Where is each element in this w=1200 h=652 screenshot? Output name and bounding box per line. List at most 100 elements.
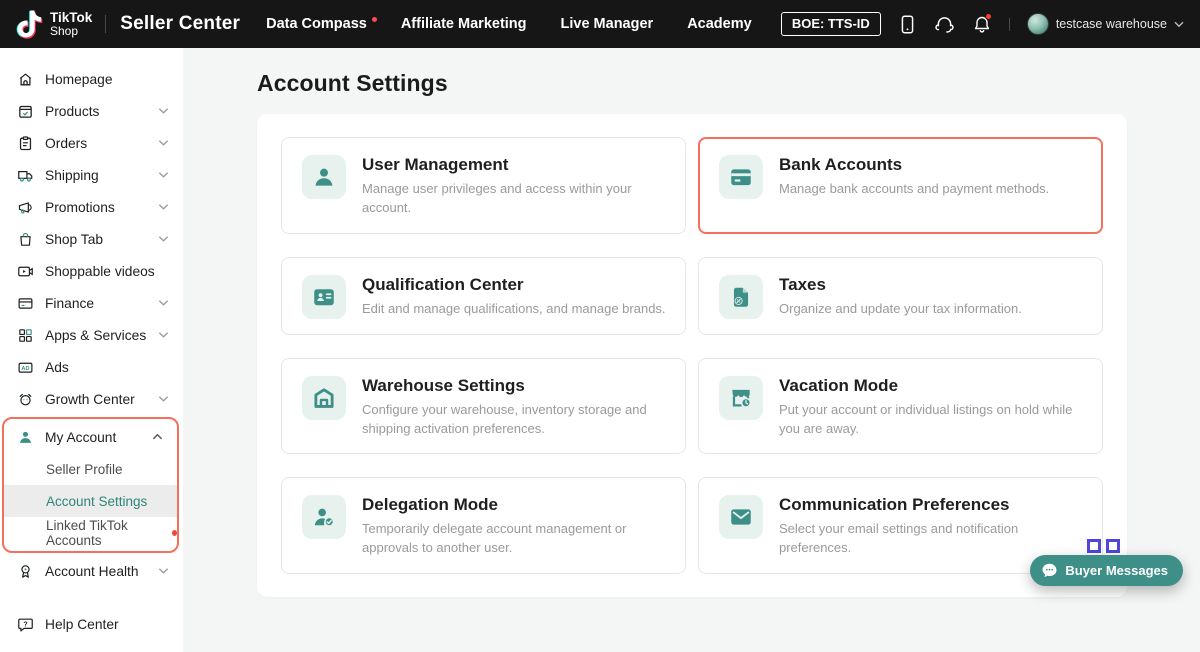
svg-text:AD: AD — [21, 366, 29, 372]
card-desc: Manage user privileges and access within… — [362, 180, 667, 218]
sidebar-item-finance[interactable]: Finance — [0, 287, 183, 319]
sidebar-item-my-account[interactable]: My Account — [4, 421, 177, 453]
nav-affiliate-marketing[interactable]: Affiliate Marketing — [401, 16, 527, 32]
shop-bag-icon — [17, 231, 34, 248]
nav-academy-label: Academy — [687, 16, 751, 32]
sidebar-label: My Account — [45, 430, 141, 445]
card-desc: Select your email settings and notificat… — [779, 520, 1084, 558]
topbar: TikTok Shop Seller Center Data Compass A… — [0, 0, 1200, 48]
sidebar-label: Ads — [45, 360, 169, 375]
card-taxes[interactable]: Taxes Organize and update your tax infor… — [698, 257, 1103, 335]
sidebar-item-homepage[interactable]: Homepage — [0, 63, 183, 95]
card-qualification-center[interactable]: Qualification Center Edit and manage qua… — [281, 257, 686, 335]
sidebar-item-account-health[interactable]: Account Health — [0, 555, 183, 587]
help-bubble-icon: ? — [17, 616, 34, 633]
topbar-nav: Data Compass Affiliate Marketing Live Ma… — [266, 16, 752, 32]
card-title: User Management — [362, 155, 667, 175]
growth-center-icon — [17, 391, 34, 408]
card-desc: Put your account or individual listings … — [779, 401, 1084, 439]
chevron-down-icon — [158, 567, 169, 575]
sidebar-item-orders[interactable]: Orders — [0, 127, 183, 159]
chevron-down-icon — [158, 171, 169, 179]
orders-clipboard-icon — [17, 135, 34, 152]
sidebar-item-shoppable-videos[interactable]: Shoppable videos — [0, 255, 183, 287]
chevron-down-icon — [158, 235, 169, 243]
sidebar-item-growth-center[interactable]: Growth Center — [0, 383, 183, 415]
notification-bell-icon[interactable] — [972, 14, 992, 34]
home-icon — [17, 71, 34, 88]
chevron-down-icon — [1174, 21, 1184, 28]
card-user-management[interactable]: User Management Manage user privileges a… — [281, 137, 686, 234]
card-delegation-mode[interactable]: Delegation Mode Temporarily delegate acc… — [281, 477, 686, 574]
sidebar-item-help-center[interactable]: ? Help Center — [0, 608, 183, 640]
card-title: Qualification Center — [362, 275, 666, 295]
card-desc: Edit and manage qualifications, and mana… — [362, 300, 666, 319]
purple-square-icon — [1106, 539, 1120, 553]
seller-center-title[interactable]: Seller Center — [120, 13, 240, 35]
purple-square-icon — [1087, 539, 1101, 553]
card-text: Bank Accounts Manage bank accounts and p… — [779, 152, 1049, 218]
mobile-app-icon[interactable] — [898, 14, 918, 34]
card-desc: Temporarily delegate account management … — [362, 520, 667, 558]
user-name: testcase warehouse — [1056, 17, 1167, 31]
sidebar-item-shop-tab[interactable]: Shop Tab — [0, 223, 183, 255]
chat-bubble-icon — [1041, 562, 1058, 579]
account-menu[interactable]: testcase warehouse — [1027, 13, 1184, 35]
chevron-down-icon — [158, 299, 169, 307]
settings-grid: User Management Manage user privileges a… — [281, 137, 1103, 574]
user-check-icon — [302, 495, 346, 539]
card-bank-accounts[interactable]: Bank Accounts Manage bank accounts and p… — [698, 137, 1103, 234]
sidebar-label: Shipping — [45, 168, 147, 183]
card-title: Bank Accounts — [779, 155, 1049, 175]
buyer-messages-button[interactable]: Buyer Messages — [1030, 555, 1183, 586]
bank-card-icon — [719, 155, 763, 199]
notification-badge — [985, 13, 992, 20]
sidebar-item-ads[interactable]: AD Ads — [0, 351, 183, 383]
chevron-down-icon — [158, 203, 169, 211]
sidebar-label: Promotions — [45, 200, 147, 215]
sidebar-item-seller-profile[interactable]: Seller Profile — [4, 453, 177, 485]
sidebar-label: Finance — [45, 296, 147, 311]
card-text: Warehouse Settings Configure your wareho… — [362, 373, 667, 439]
card-vacation-mode[interactable]: Vacation Mode Put your account or indivi… — [698, 358, 1103, 455]
account-health-icon — [17, 563, 34, 580]
tiktok-shop-logo[interactable]: TikTok Shop — [16, 9, 92, 39]
sidebar-label: Help Center — [45, 617, 169, 632]
chevron-up-icon — [152, 433, 163, 441]
support-headset-icon[interactable] — [935, 14, 955, 34]
sidebar-item-apps-services[interactable]: Apps & Services — [0, 319, 183, 351]
sidebar-item-products[interactable]: Products — [0, 95, 183, 127]
sidebar-item-shipping[interactable]: Shipping — [0, 159, 183, 191]
sidebar-label: Shop Tab — [45, 232, 147, 247]
sidebar-label: Shoppable videos — [45, 264, 169, 279]
card-text: Taxes Organize and update your tax infor… — [779, 272, 1022, 319]
nav-affiliate-marketing-label: Affiliate Marketing — [401, 16, 527, 32]
environment-badge: BOE: TTS-ID — [781, 12, 881, 36]
sidebar: Homepage Products Orders Shipping Promot… — [0, 48, 183, 652]
card-text: Vacation Mode Put your account or indivi… — [779, 373, 1084, 439]
nav-academy[interactable]: Academy — [687, 16, 751, 32]
card-title: Warehouse Settings — [362, 376, 667, 396]
card-title: Taxes — [779, 275, 1022, 295]
tiktok-note-icon — [16, 9, 43, 39]
logo-line2: Shop — [50, 25, 92, 37]
card-desc: Configure your warehouse, inventory stor… — [362, 401, 667, 439]
sidebar-label: Growth Center — [45, 392, 147, 407]
id-badge-icon — [302, 275, 346, 319]
user-management-icon — [302, 155, 346, 199]
sidebar-item-promotions[interactable]: Promotions — [0, 191, 183, 223]
nav-data-compass[interactable]: Data Compass — [266, 16, 367, 32]
buyer-messages-label: Buyer Messages — [1065, 563, 1168, 578]
card-text: Delegation Mode Temporarily delegate acc… — [362, 492, 667, 558]
card-text: Qualification Center Edit and manage qua… — [362, 272, 666, 319]
envelope-icon — [719, 495, 763, 539]
ads-icon: AD — [17, 359, 34, 376]
alert-dot — [172, 530, 177, 536]
nav-live-manager[interactable]: Live Manager — [561, 16, 654, 32]
sidebar-item-account-settings[interactable]: Account Settings — [4, 485, 177, 517]
store-clock-icon — [719, 376, 763, 420]
card-warehouse-settings[interactable]: Warehouse Settings Configure your wareho… — [281, 358, 686, 455]
card-title: Delegation Mode — [362, 495, 667, 515]
logo-wordmark: TikTok Shop — [50, 11, 92, 37]
sidebar-item-linked-tiktok-accounts[interactable]: Linked TikTok Accounts — [4, 517, 177, 549]
